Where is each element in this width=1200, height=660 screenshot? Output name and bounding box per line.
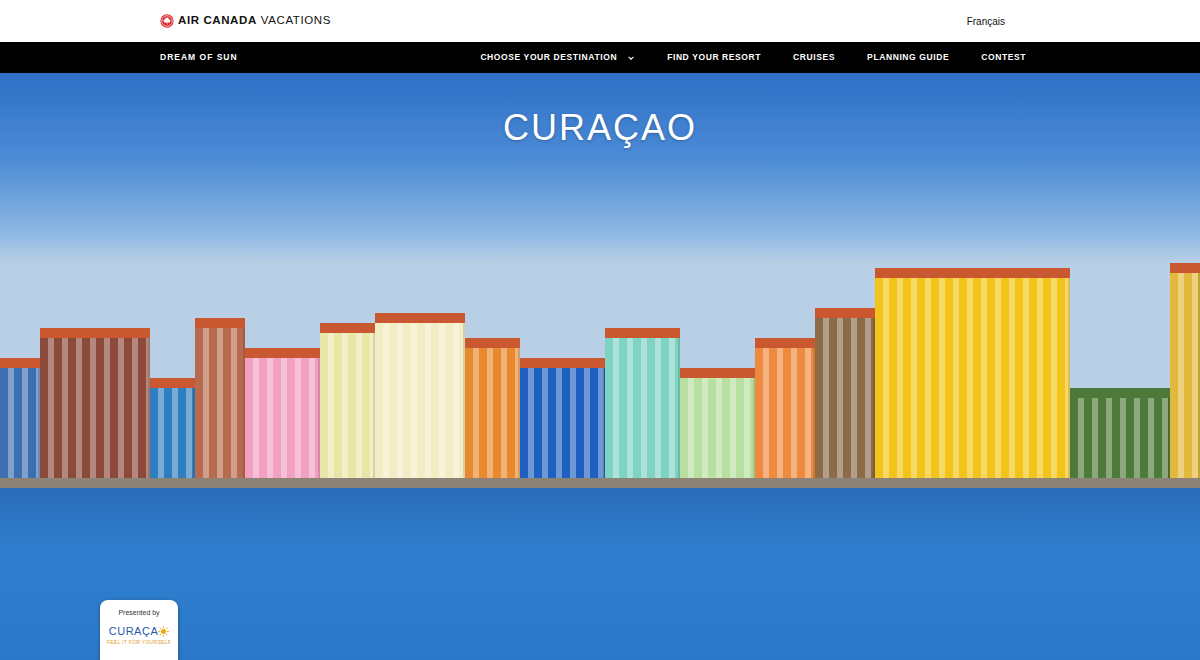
building — [245, 348, 320, 478]
nav-menu: CHOOSE YOUR DESTINATION FIND YOUR RESORT C… — [480, 51, 1040, 64]
building — [755, 338, 815, 478]
nav-item: PLANNING GUIDE — [867, 51, 949, 64]
sponsor-logo-text[interactable]: CURAÇA — [109, 626, 158, 637]
hero: CURAÇAO Presented by CURAÇA — [0, 73, 1200, 660]
chevron-down-icon[interactable] — [627, 54, 635, 62]
nav-item: CONTEST — [981, 51, 1026, 64]
nav-item: CRUISES — [793, 51, 835, 64]
brand-name[interactable]: AIR CANADA — [178, 15, 257, 27]
sponsor-badge[interactable]: Presented by CURAÇA FEEL IT FOR YOURSELF — [100, 600, 178, 660]
nav-item: CHOOSE YOUR DESTINATION — [480, 51, 635, 64]
quay — [0, 478, 1200, 488]
building — [1170, 263, 1200, 478]
building — [320, 323, 375, 478]
building — [465, 338, 520, 478]
brand-suffix[interactable]: VACATIONS — [261, 15, 331, 27]
nav-label[interactable]: CONTEST — [981, 51, 1026, 64]
building — [875, 268, 1070, 478]
tagline[interactable]: DREAM OF SUN — [160, 51, 238, 64]
sponsor-label: Presented by — [100, 609, 178, 617]
building — [195, 318, 245, 478]
building — [375, 313, 465, 478]
top-bar: AIR CANADA VACATIONS Français — [0, 0, 1200, 42]
nav-item: FIND YOUR RESORT — [667, 51, 761, 64]
building — [520, 358, 605, 478]
sponsor-logo[interactable]: CURAÇA — [100, 626, 178, 637]
nav-dropdown[interactable]: CHOOSE YOUR DESTINATION — [480, 51, 635, 64]
nav-link[interactable]: CONTEST — [981, 51, 1026, 64]
nav-link[interactable]: FIND YOUR RESORT — [667, 51, 761, 64]
brand-logo[interactable]: AIR CANADA VACATIONS — [160, 14, 331, 28]
hero-title: CURAÇAO — [0, 73, 1200, 149]
building — [815, 308, 875, 478]
sponsor-slogan: FEEL IT FOR YOURSELF — [100, 639, 178, 645]
language-link[interactable]: Français — [967, 14, 1040, 29]
building — [150, 378, 195, 478]
nav-link[interactable]: CRUISES — [793, 51, 835, 64]
nav-link[interactable]: PLANNING GUIDE — [867, 51, 949, 64]
building — [40, 328, 150, 478]
nav-label[interactable]: PLANNING GUIDE — [867, 51, 949, 64]
maple-leaf-icon — [160, 14, 174, 28]
nav-label[interactable]: FIND YOUR RESORT — [667, 51, 761, 64]
water — [0, 488, 1200, 660]
hero-sky: CURAÇAO — [0, 73, 1200, 263]
main-nav: DREAM OF SUN CHOOSE YOUR DESTINATION FIND… — [0, 42, 1200, 73]
hero-picture — [0, 263, 1200, 478]
trees — [1070, 388, 1170, 478]
nav-label[interactable]: CRUISES — [793, 51, 835, 64]
building — [680, 368, 755, 478]
nav-label[interactable]: CHOOSE YOUR DESTINATION — [480, 51, 617, 64]
building — [605, 328, 680, 478]
sun-icon — [158, 626, 169, 637]
building — [0, 358, 40, 478]
